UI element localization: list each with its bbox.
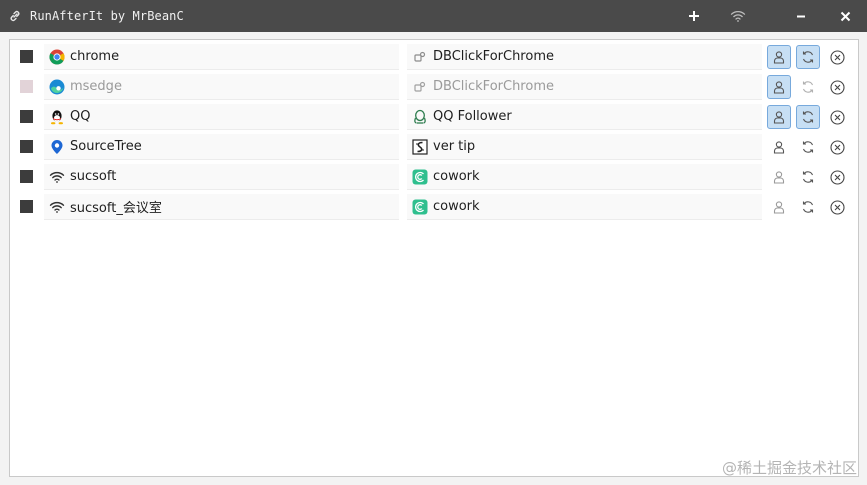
user-icon: [773, 141, 785, 154]
sync-icon: [802, 81, 814, 93]
rule-row: QQ QQ Follower: [10, 104, 858, 130]
app-name: sucsoft: [70, 169, 117, 184]
close-button[interactable]: [823, 0, 867, 32]
app-name: SourceTree: [70, 139, 142, 154]
close-circle-icon: [829, 49, 845, 65]
remove-rule-button[interactable]: [825, 105, 849, 129]
close-circle-icon: [829, 169, 845, 185]
enable-checkbox[interactable]: [20, 170, 33, 183]
edge-icon: [48, 78, 66, 96]
sync-icon: [802, 111, 814, 123]
run-as-user-toggle[interactable]: [767, 165, 791, 189]
auto-restart-toggle[interactable]: [796, 105, 820, 129]
add-rule-button[interactable]: [672, 0, 716, 32]
watermark: @稀土掘金技术社区: [721, 459, 857, 477]
minimize-button[interactable]: [779, 0, 823, 32]
enable-checkbox[interactable]: [20, 50, 33, 63]
rule-row: SourceTree ver tip: [10, 134, 858, 160]
wifi-icon: [48, 168, 66, 186]
rule-row: msedge DBClickForChrome: [10, 74, 858, 100]
cowork-icon: [411, 198, 429, 216]
puzzle-icon: [411, 78, 429, 96]
process-name: cowork: [433, 199, 480, 214]
chrome-icon: [48, 48, 66, 66]
auto-restart-toggle[interactable]: [796, 45, 820, 69]
auto-restart-toggle[interactable]: [796, 195, 820, 219]
close-circle-icon: [829, 199, 845, 215]
process-field[interactable]: DBClickForChrome: [407, 44, 762, 70]
process-name: cowork: [433, 169, 480, 184]
process-name: ver tip: [433, 139, 476, 154]
wifi-icon: [48, 198, 66, 216]
user-icon: [773, 111, 785, 124]
wifi-icon: [730, 10, 746, 22]
qq-penguin-icon: [48, 108, 66, 126]
add-icon: [689, 11, 699, 21]
close-circle-icon: [829, 109, 845, 125]
user-icon: [773, 171, 785, 184]
process-field[interactable]: ver tip: [407, 134, 762, 160]
vertip-icon: [411, 138, 429, 156]
remove-rule-button[interactable]: [825, 45, 849, 69]
run-as-user-toggle[interactable]: [767, 45, 791, 69]
run-as-user-toggle[interactable]: [767, 135, 791, 159]
run-as-user-toggle[interactable]: [767, 105, 791, 129]
title-bar[interactable]: RunAfterIt by MrBeanC: [0, 0, 867, 32]
app-name-field[interactable]: sucsoft: [44, 164, 399, 190]
rule-row: sucsoft cowork: [10, 164, 858, 190]
auto-restart-toggle[interactable]: [796, 75, 820, 99]
enable-checkbox[interactable]: [20, 80, 33, 93]
rule-row: sucsoft_会议室 cowork: [10, 194, 858, 220]
process-field[interactable]: cowork: [407, 164, 762, 190]
enable-checkbox[interactable]: [20, 110, 33, 123]
app-name-field[interactable]: chrome: [44, 44, 399, 70]
cowork-icon: [411, 168, 429, 186]
auto-restart-toggle[interactable]: [796, 135, 820, 159]
app-name-field[interactable]: msedge: [44, 74, 399, 100]
sync-icon: [802, 51, 814, 63]
close-circle-icon: [829, 139, 845, 155]
link-icon: [8, 9, 22, 23]
app-name: chrome: [70, 49, 120, 64]
app-name-field[interactable]: QQ: [44, 104, 399, 130]
close-circle-icon: [829, 79, 845, 95]
wifi-button[interactable]: [716, 0, 760, 32]
process-field[interactable]: cowork: [407, 194, 762, 220]
run-as-user-toggle[interactable]: [767, 195, 791, 219]
app-name: sucsoft_会议室: [70, 201, 162, 216]
sync-icon: [802, 171, 814, 183]
close-icon: [840, 11, 850, 21]
remove-rule-button[interactable]: [825, 165, 849, 189]
puzzle-icon: [411, 48, 429, 66]
user-icon: [773, 81, 785, 94]
sync-icon: [802, 141, 814, 153]
app-name-field[interactable]: sucsoft_会议室: [44, 194, 399, 220]
remove-rule-button[interactable]: [825, 195, 849, 219]
qq-outline-icon: [411, 108, 429, 126]
user-icon: [773, 51, 785, 64]
minimize-icon: [797, 15, 805, 18]
process-field[interactable]: QQ Follower: [407, 104, 762, 130]
auto-restart-toggle[interactable]: [796, 165, 820, 189]
remove-rule-button[interactable]: [825, 135, 849, 159]
app-name-field[interactable]: SourceTree: [44, 134, 399, 160]
process-field[interactable]: DBClickForChrome: [407, 74, 762, 100]
rule-row: chrome DBClickForChrome: [10, 44, 858, 70]
user-icon: [773, 201, 785, 214]
sync-icon: [802, 201, 814, 213]
process-name: DBClickForChrome: [433, 49, 554, 64]
process-name: DBClickForChrome: [433, 79, 554, 94]
run-as-user-toggle[interactable]: [767, 75, 791, 99]
app-name: QQ: [70, 109, 91, 124]
enable-checkbox[interactable]: [20, 140, 33, 153]
remove-rule-button[interactable]: [825, 75, 849, 99]
process-name: QQ Follower: [433, 109, 512, 124]
rules-list: chrome DBClickForChrome msedge DBClickFo…: [9, 39, 859, 477]
enable-checkbox[interactable]: [20, 200, 33, 213]
app-name: msedge: [70, 79, 122, 94]
sourcetree-icon: [48, 138, 66, 156]
window-title: RunAfterIt by MrBeanC: [30, 9, 184, 23]
